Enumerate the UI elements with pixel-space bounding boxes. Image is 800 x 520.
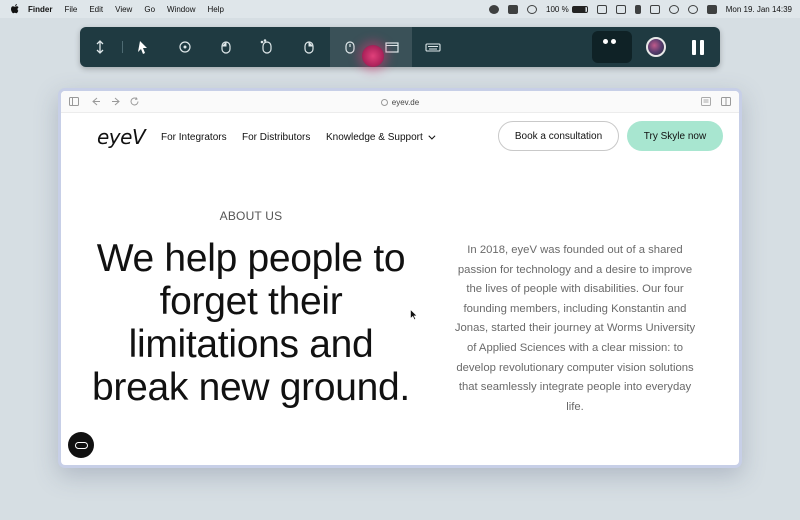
menu-window[interactable]: Window [167, 5, 195, 14]
window-icon[interactable] [381, 36, 403, 58]
nav-knowledge-support[interactable]: Knowledge & Support [326, 132, 436, 143]
headphones-icon[interactable] [649, 4, 660, 14]
spotlight-search-icon[interactable] [687, 4, 698, 14]
lock-icon [380, 98, 388, 106]
url-text: eyev.de [391, 97, 420, 107]
pause-icon[interactable] [692, 40, 704, 55]
chat-widget-button[interactable] [68, 432, 94, 458]
nav-knowledge-label: Knowledge & Support [326, 132, 423, 143]
menu-app-finder[interactable]: Finder [28, 5, 52, 14]
browser-window: eyev.de eyeV For Integrators For Distrib… [58, 88, 742, 468]
mouse-cursor-icon [410, 309, 418, 320]
face-eye-right [611, 39, 616, 44]
left-click-icon[interactable] [215, 36, 237, 58]
menu-go[interactable]: Go [144, 5, 155, 14]
move-vertical-icon[interactable] [89, 36, 111, 58]
try-skyle-button[interactable]: Try Skyle now [627, 121, 723, 151]
apple-icon[interactable] [10, 3, 20, 15]
face-eye-left [603, 39, 608, 44]
menubar-clock[interactable]: Mon 19. Jan 14:39 [726, 5, 792, 14]
crosshair-icon[interactable] [174, 36, 196, 58]
chat-link-icon [74, 441, 88, 449]
avatar-icon[interactable] [646, 37, 666, 57]
menu-edit[interactable]: Edit [89, 5, 103, 14]
book-consultation-button[interactable]: Book a consultation [498, 121, 619, 151]
display-icon[interactable] [615, 4, 626, 14]
site-logo[interactable]: eyeV [97, 125, 146, 149]
mouse-scroll-icon[interactable] [339, 36, 361, 58]
play-icon[interactable] [527, 4, 538, 14]
battery-indicator[interactable]: 100 % [546, 5, 588, 14]
browser-toolbar: eyev.de [61, 91, 739, 113]
menu-help[interactable]: Help [207, 5, 223, 14]
record-status-icon[interactable] [489, 4, 500, 14]
section-eyebrow: ABOUT US [219, 209, 283, 223]
bluetooth-icon[interactable] [634, 4, 641, 14]
reader-icon[interactable] [701, 97, 711, 106]
battery-icon [571, 5, 588, 13]
face-tracking-icon[interactable] [592, 31, 632, 63]
about-paragraph: In 2018, eyeV was founded out of a share… [454, 244, 696, 413]
menu-view[interactable]: View [115, 5, 132, 14]
dwell-click-indicator [362, 45, 384, 67]
screen-mirror-icon[interactable] [596, 4, 607, 14]
site-header: eyeV For Integrators For Distributors Kn… [61, 113, 739, 161]
hero-headline: We help people to forget their limitatio… [92, 237, 410, 409]
address-bar[interactable]: eyev.de [61, 91, 739, 113]
nav-distributors[interactable]: For Distributors [242, 132, 310, 143]
pointer-icon[interactable] [132, 36, 154, 58]
chevron-down-icon [428, 132, 436, 140]
floating-control-toolbar [80, 27, 720, 67]
keyboard-icon[interactable] [422, 36, 444, 58]
menu-file[interactable]: File [64, 5, 77, 14]
battery-percent: 100 % [546, 4, 569, 14]
app-status-icon[interactable] [508, 4, 519, 14]
right-click-icon[interactable] [298, 36, 320, 58]
nav-integrators[interactable]: For Integrators [161, 132, 227, 143]
double-click-icon[interactable] [256, 36, 278, 58]
toolbar-divider [122, 41, 123, 53]
menubar: Finder File Edit View Go Window Help 100… [0, 0, 800, 18]
wifi-icon[interactable] [668, 4, 679, 14]
control-center-icon[interactable] [706, 4, 717, 14]
tabs-overview-icon[interactable] [721, 97, 731, 106]
